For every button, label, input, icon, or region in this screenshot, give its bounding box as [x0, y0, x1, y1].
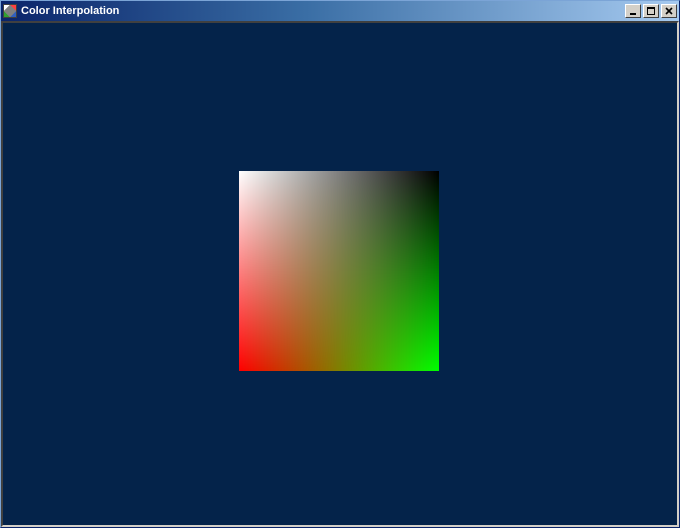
maximize-icon — [647, 7, 655, 15]
app-icon — [3, 4, 17, 18]
application-window: Color Interpolation — [0, 0, 680, 528]
minimize-icon — [629, 7, 637, 15]
color-interpolation-quad — [239, 171, 439, 371]
render-viewport — [1, 21, 679, 527]
close-icon — [665, 7, 673, 15]
gradient-canvas — [239, 171, 439, 371]
minimize-button[interactable] — [625, 4, 641, 18]
window-title: Color Interpolation — [21, 5, 119, 17]
maximize-button[interactable] — [643, 4, 659, 18]
close-button[interactable] — [661, 4, 677, 18]
titlebar[interactable]: Color Interpolation — [1, 1, 679, 21]
